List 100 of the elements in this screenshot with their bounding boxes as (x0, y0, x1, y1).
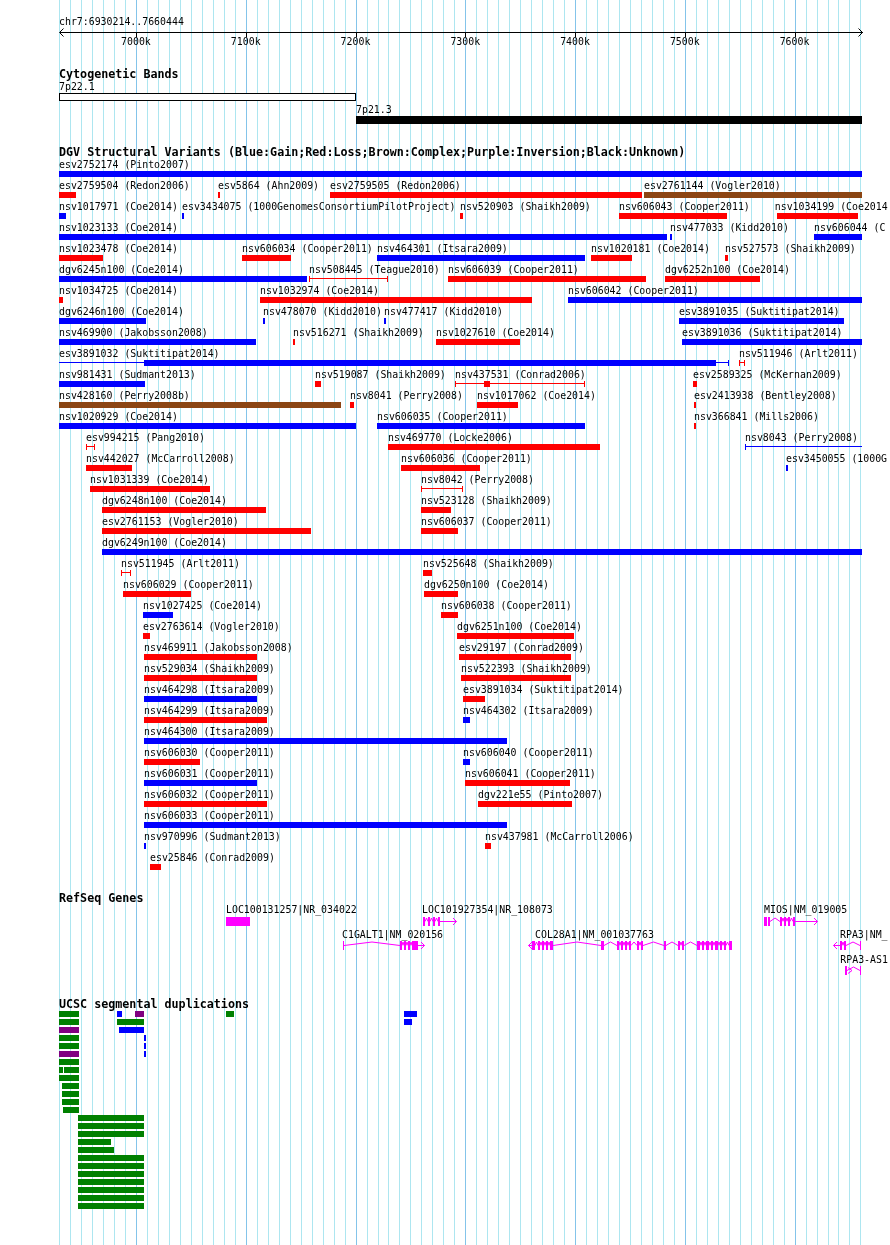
variant-label: esv2761153 (Vogler2010) (102, 516, 239, 527)
variant-label: nsv508445 (Teague2010) (309, 264, 440, 275)
variant-label: nsv606031 (Cooper2011) (144, 768, 275, 779)
band-label: 7p21.3 (356, 104, 392, 115)
gene-model (423, 917, 457, 926)
variant-label: nsv1034725 (Coe2014) (59, 285, 178, 296)
track-title: DGV Structural Variants (Blue:Gain;Red:Loss;Brown:Complex;Purple:Inversion;Black:Unknown) (59, 146, 686, 158)
variant-label: nsv606044 (C (814, 222, 886, 233)
variant-label: nsv606038 (Cooper2011) (441, 600, 572, 611)
variant-label: nsv511946 (Arlt2011) (739, 348, 858, 359)
gene-model (226, 917, 250, 926)
variant-label: nsv1017062 (Coe2014) (477, 390, 596, 401)
track-title: RefSeq Genes (59, 892, 144, 904)
variant-label: nsv970996 (Sudmant2013) (144, 831, 281, 842)
variant-label: dgv6250n100 (Coe2014) (424, 579, 549, 590)
variant-label: nsv606043 (Cooper2011) (619, 201, 750, 212)
variant-label: esv3891034 (Suktitipat2014) (463, 684, 624, 695)
variant-label: esv994215 (Pang2010) (86, 432, 205, 443)
variant-label: dgv6245n100 (Coe2014) (59, 264, 184, 275)
variant-label: esv5864 (Ahn2009) (218, 180, 320, 191)
variant-label: nsv606042 (Cooper2011) (568, 285, 699, 296)
tick-label: 7100k (230, 36, 261, 47)
variant-label: esv3891036 (Suktitipat2014) (682, 327, 843, 338)
variant-label: nsv477417 (Kidd2010) (384, 306, 503, 317)
variant-label: nsv527573 (Shaikh2009) (725, 243, 856, 254)
variant-label: nsv477033 (Kidd2010) (670, 222, 789, 233)
tick-label: 7300k (450, 36, 481, 47)
tick-label: 7500k (669, 36, 700, 47)
variant-label: esv2761144 (Vogler2010) (644, 180, 781, 191)
variant-label: nsv606036 (Cooper2011) (401, 453, 532, 464)
gene-model (845, 966, 861, 975)
variant-label: nsv1032974 (Coe2014) (260, 285, 379, 296)
variant-label: nsv8043 (Perry2008) (745, 432, 858, 443)
tick-label: 7200k (340, 36, 371, 47)
variant-label: nsv1017971 (Coe2014) (59, 201, 178, 212)
variant-label: nsv437981 (McCarroll2006) (485, 831, 634, 842)
variant-label: nsv606032 (Cooper2011) (144, 789, 275, 800)
gene-label: C1GALT1|NM_020156 (342, 929, 444, 940)
variant-label: nsv469770 (Locke2006) (388, 432, 513, 443)
variant-label: nsv428160 (Perry2008b) (59, 390, 190, 401)
gene-label: LOC101927354|NR_108073 (422, 904, 553, 915)
variant-label: nsv8042 (Perry2008) (421, 474, 534, 485)
variant-label: esv2759504 (Redon2006) (59, 180, 190, 191)
tick-label: 7600k (779, 36, 810, 47)
gene-label: RPA3|NM_ (840, 929, 888, 940)
variant-label: esv2763614 (Vogler2010) (143, 621, 280, 632)
variant-label: nsv464300 (Itsara2009) (144, 726, 275, 737)
variant-label: nsv606029 (Cooper2011) (123, 579, 254, 590)
variant-label: esv29197 (Conrad2009) (459, 642, 584, 653)
variant-label: dgv6248n100 (Coe2014) (102, 495, 227, 506)
variant-label: nsv606041 (Cooper2011) (465, 768, 596, 779)
variant-label: nsv606040 (Cooper2011) (463, 747, 594, 758)
tick-label: 7400k (560, 36, 590, 47)
variant-label: esv25846 (Conrad2009) (150, 852, 275, 863)
variant-label: nsv529034 (Shaikh2009) (144, 663, 275, 674)
band-label: 7p22.1 (59, 81, 95, 92)
track-title: UCSC segmental duplications (59, 998, 249, 1010)
track-title: Cytogenetic Bands (59, 68, 179, 80)
variant-label: nsv464298 (Itsara2009) (144, 684, 275, 695)
variant-label: nsv1023133 (Coe2014) (59, 222, 178, 233)
variant-label: nsv469900 (Jakobsson2008) (59, 327, 208, 338)
variant-label: nsv464301 (Itsara2009) (377, 243, 508, 254)
variant-label: nsv522393 (Shaikh2009) (461, 663, 592, 674)
variant-label: nsv442027 (McCarroll2008) (86, 453, 235, 464)
variant-label: dgv6249n100 (Coe2014) (102, 537, 227, 548)
variant-label: nsv606039 (Cooper2011) (448, 264, 579, 275)
variant-label: nsv8041 (Perry2008) (350, 390, 463, 401)
variant-label: esv2589325 (McKernan2009) (693, 369, 842, 380)
tick-label: 7000k (121, 36, 151, 47)
variant-label: dgv6251n100 (Coe2014) (457, 621, 582, 632)
gene-model (764, 917, 818, 926)
variant-label: nsv606037 (Cooper2011) (421, 516, 552, 527)
variant-label: nsv366841 (Mills2006) (694, 411, 819, 422)
variant-label: nsv464302 (Itsara2009) (463, 705, 594, 716)
variant-label: nsv464299 (Itsara2009) (144, 705, 275, 716)
variant-label: nsv523128 (Shaikh2009) (421, 495, 552, 506)
variant-label: nsv981431 (Sudmant2013) (59, 369, 196, 380)
region-label: chr7:6930214..7660444 (59, 16, 184, 27)
variant-label: dgv6252n100 (Coe2014) (665, 264, 790, 275)
variant-label: nsv469911 (Jakobsson2008) (144, 642, 293, 653)
variant-label: nsv606030 (Cooper2011) (144, 747, 275, 758)
variant-label: esv3891035 (Suktitipat2014) (679, 306, 840, 317)
gene-label: RPA3-AS1 (840, 954, 888, 965)
variant-label: nsv1023478 (Coe2014) (59, 243, 178, 254)
variant-label: nsv606033 (Cooper2011) (144, 810, 275, 821)
variant-label: esv3891032 (Suktitipat2014) (59, 348, 220, 359)
variant-label: nsv1027425 (Coe2014) (143, 600, 262, 611)
variant-label: nsv606035 (Cooper2011) (377, 411, 508, 422)
variant-label: nsv478070 (Kidd2010) (263, 306, 382, 317)
variant-label: nsv516271 (Shaikh2009) (293, 327, 424, 338)
gene-label: LOC100131257|NR_034022 (226, 904, 357, 915)
gene-label: COL28A1|NM_001037763 (535, 929, 654, 940)
gene-label: MIOS|NM_019005 (764, 904, 848, 915)
variant-label: nsv519087 (Shaikh2009) (315, 369, 446, 380)
variant-label: nsv1020929 (Coe2014) (59, 411, 178, 422)
variant-label: nsv1031339 (Coe2014) (90, 474, 209, 485)
variant-label: esv3434075 (1000GenomesConsortiumPilotProject) (182, 201, 456, 212)
variant-label: nsv520903 (Shaikh2009) (460, 201, 591, 212)
variant-label: esv2759505 (Redon2006) (330, 180, 461, 191)
variant-label: nsv525648 (Shaikh2009) (423, 558, 554, 569)
